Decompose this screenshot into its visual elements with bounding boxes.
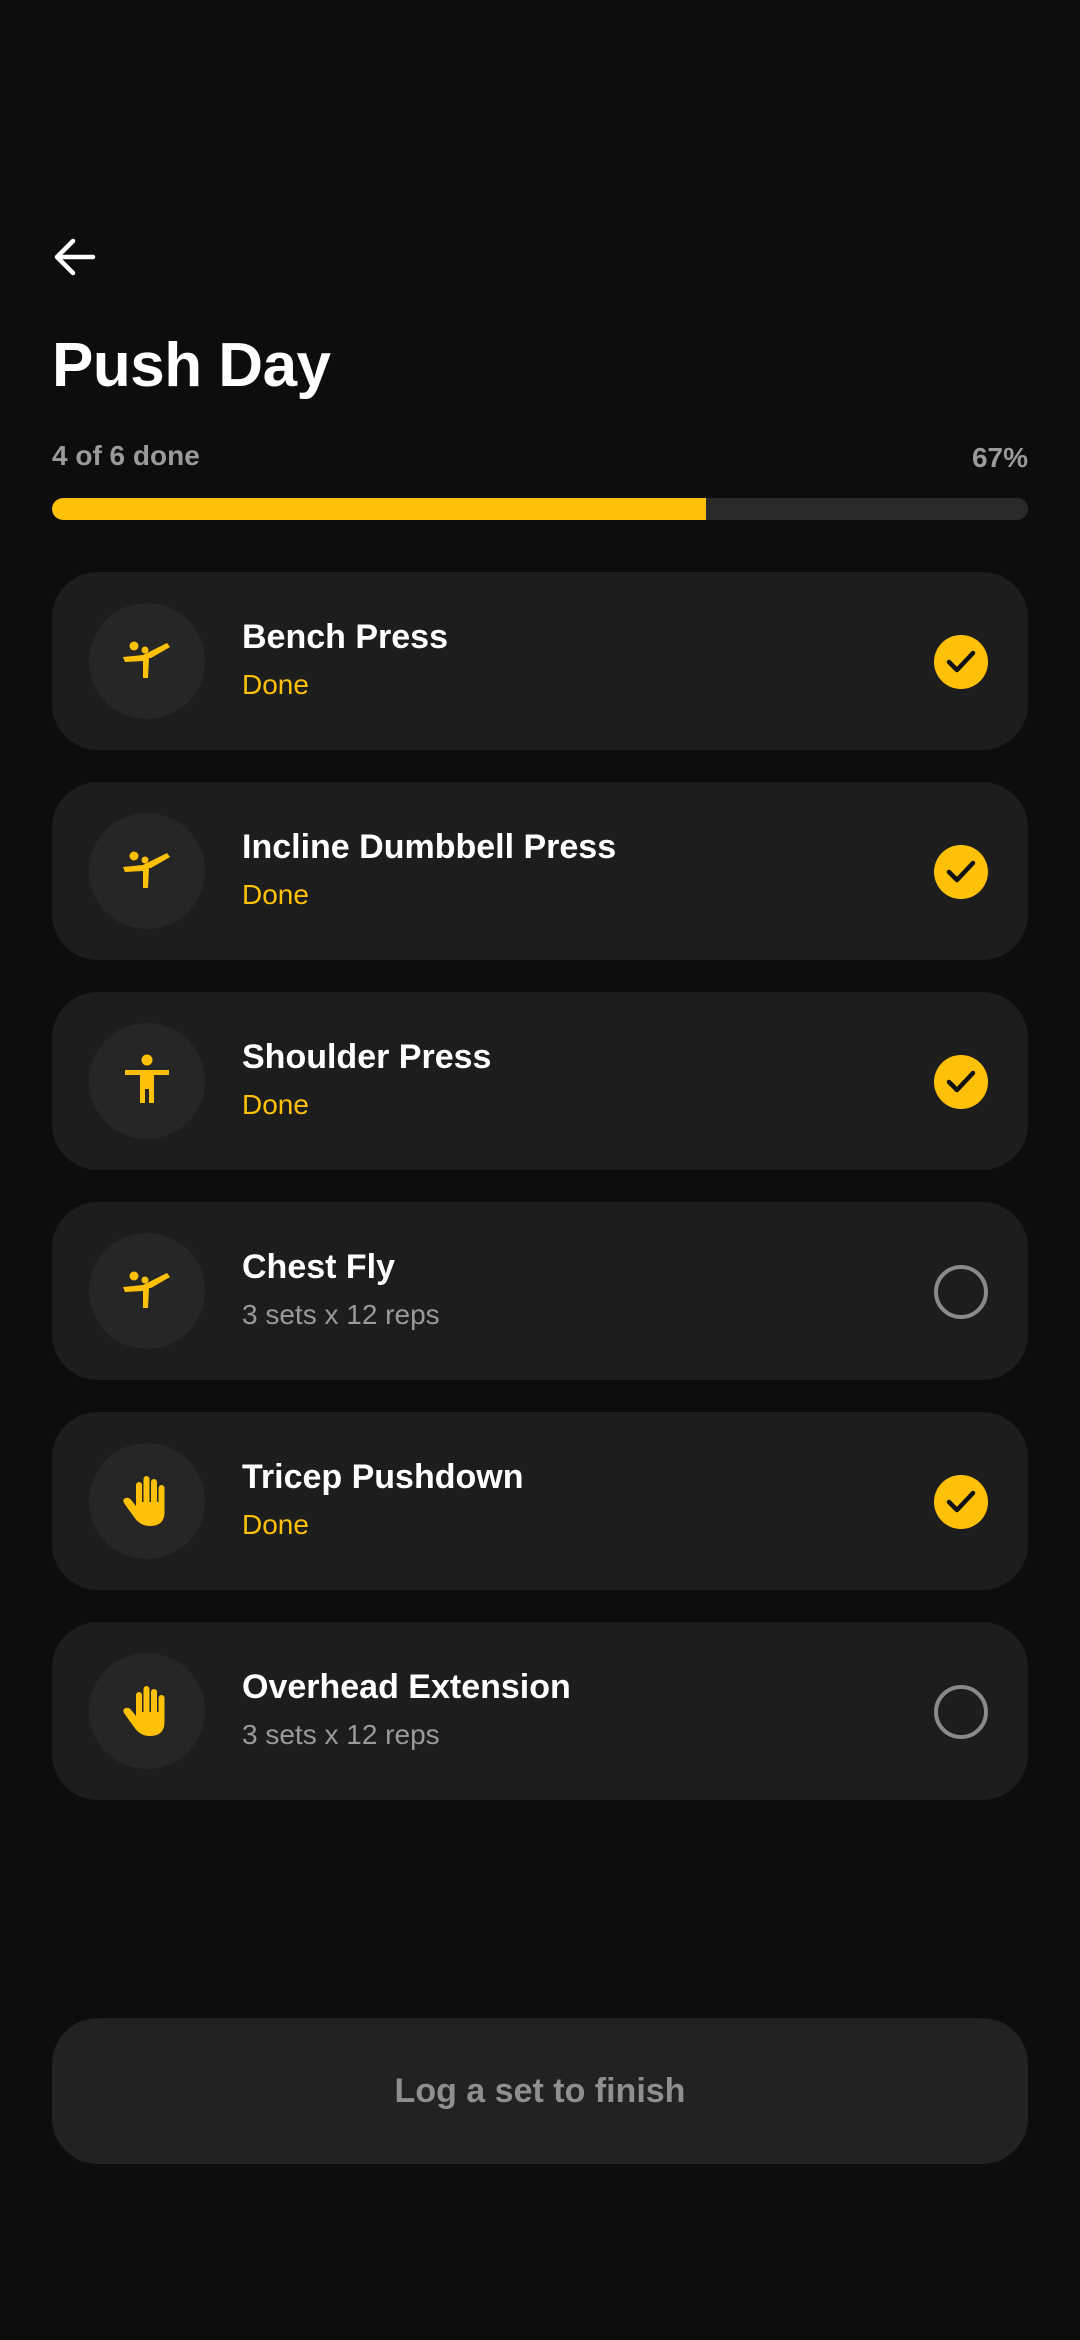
exercise-card[interactable]: Tricep Pushdown Done [52, 1412, 1028, 1590]
exercise-text: Overhead Extension 3 sets x 12 reps [242, 1668, 571, 1751]
exercise-status: Done [242, 1509, 309, 1540]
exercise-status: Done [242, 879, 309, 910]
exercise-name: Overhead Extension [242, 1668, 571, 1706]
exercise-icon-badge [89, 813, 205, 929]
exercise-icon-badge [89, 1023, 205, 1139]
hand-icon [116, 1470, 178, 1532]
progress-bar-fill [52, 498, 706, 520]
exercise-name: Shoulder Press [242, 1038, 492, 1076]
exercise-complete-toggle[interactable] [934, 1265, 988, 1319]
martial-arts-kick-icon [117, 841, 177, 901]
martial-arts-kick-icon [117, 631, 177, 691]
exercise-card[interactable]: Overhead Extension 3 sets x 12 reps [52, 1622, 1028, 1800]
exercise-text: Shoulder Press Done [242, 1038, 491, 1121]
exercise-name: Incline Dumbbell Press [242, 828, 617, 866]
exercise-status: Done [242, 669, 309, 700]
progress-bar [52, 498, 1028, 520]
exercise-name: Tricep Pushdown [242, 1458, 524, 1496]
exercise-status: 3 sets x 12 reps [242, 1299, 440, 1330]
exercise-text: Bench Press Done [242, 618, 448, 701]
exercise-icon-badge [89, 1443, 205, 1559]
exercise-card[interactable]: Bench Press Done [52, 572, 1028, 750]
exercise-card[interactable]: Shoulder Press Done [52, 992, 1028, 1170]
exercise-text: Incline Dumbbell Press Done [242, 828, 616, 911]
accessibility-person-icon [117, 1051, 177, 1111]
exercise-icon-badge [89, 1233, 205, 1349]
exercise-icon-badge [89, 1653, 205, 1769]
exercise-complete-toggle[interactable] [934, 1685, 988, 1739]
checkmark-icon [946, 1490, 976, 1513]
checkmark-icon [946, 650, 976, 673]
exercise-name: Bench Press [242, 618, 448, 656]
checkmark-icon [946, 1070, 976, 1093]
checkmark-icon [946, 860, 976, 883]
exercise-text: Chest Fly 3 sets x 12 reps [242, 1248, 440, 1331]
exercise-icon-badge [89, 603, 205, 719]
hand-icon [116, 1680, 178, 1742]
exercise-complete-toggle[interactable] [934, 1055, 988, 1109]
exercise-complete-toggle[interactable] [934, 635, 988, 689]
workout-screen: Push Day 4 of 6 done 67% Bench Press Don… [0, 0, 1080, 2340]
martial-arts-kick-icon [117, 1261, 177, 1321]
arrow-left-icon [54, 238, 96, 276]
page-title: Push Day [52, 331, 331, 400]
back-button[interactable] [48, 230, 102, 284]
exercise-card[interactable]: Incline Dumbbell Press Done [52, 782, 1028, 960]
progress-percent: 67% [971, 442, 1028, 473]
exercise-complete-toggle[interactable] [934, 845, 988, 899]
exercise-card[interactable]: Chest Fly 3 sets x 12 reps [52, 1202, 1028, 1380]
finish-workout-button[interactable]: Log a set to finish [52, 2018, 1028, 2164]
exercise-status: Done [242, 1089, 309, 1120]
exercise-text: Tricep Pushdown Done [242, 1458, 523, 1541]
exercise-status: 3 sets x 12 reps [242, 1719, 440, 1750]
exercise-complete-toggle[interactable] [934, 1475, 988, 1529]
exercise-list: Bench Press Done Incline Dumbbell Press … [52, 572, 1028, 1832]
progress-count: 4 of 6 done [52, 440, 200, 471]
exercise-name: Chest Fly [242, 1248, 396, 1286]
